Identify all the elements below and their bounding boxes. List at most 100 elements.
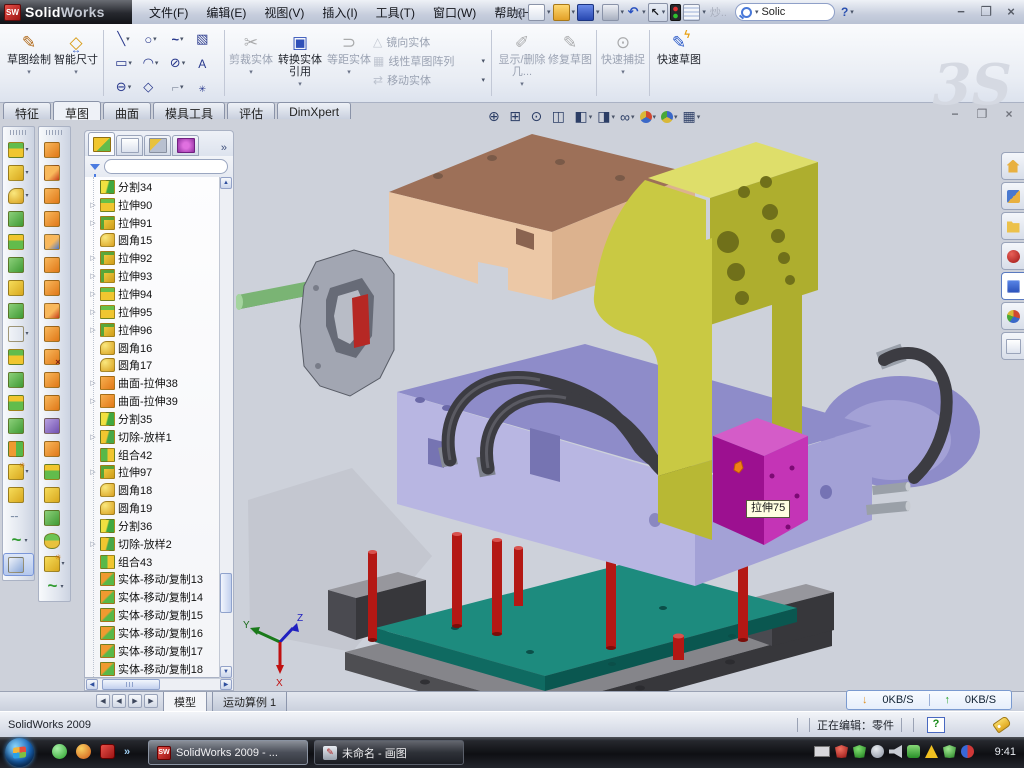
tree-item[interactable]: 实体-移动/复制16 [85,624,233,642]
sketch-entity-dropdown[interactable] [180,35,184,43]
mirror-entities-button[interactable]: 镜向实体 [373,34,485,50]
tree-item[interactable]: 分割35 [85,410,233,428]
horizontal-scroll-thumb[interactable] [102,679,160,690]
security-center-tray-icon[interactable] [943,745,956,758]
heads-up-dropdown[interactable] [697,113,701,121]
doc-close-icon[interactable] [1002,107,1016,121]
offset-entities-button[interactable]: 等距实体 [327,26,371,100]
app-quicklaunch-icon[interactable] [76,744,91,759]
options-dropdown[interactable] [702,8,706,16]
new-file-icon[interactable] [528,4,545,21]
tree-item[interactable]: 拉伸96 [85,321,233,339]
planar-surface-icon[interactable] [40,277,69,298]
smart-dimension-dropdown[interactable] [74,67,78,79]
lofted-boss-icon[interactable] [4,231,33,252]
volume-tray-icon[interactable] [889,745,902,758]
view-settings-icon[interactable] [683,108,701,125]
sw-resources-tab[interactable] [1001,152,1024,180]
menu-item[interactable]: 文件(F) [140,1,197,24]
scroll-right-icon[interactable]: ▶ [220,679,232,690]
untrim-surface-icon[interactable] [40,438,69,459]
toolbox-tab[interactable] [1001,242,1024,270]
apply-scene-icon[interactable] [661,111,678,123]
rib-icon[interactable] [4,369,33,390]
offset-surface-icon[interactable] [40,300,69,321]
save-dropdown[interactable] [596,8,600,16]
filled-surface-icon[interactable] [40,254,69,275]
move-entities-button[interactable]: 移动实体 [373,72,485,88]
expander-icon[interactable] [89,272,97,280]
dimxpertmanager-tab[interactable] [172,135,199,156]
view-palette-tab[interactable] [1001,272,1024,300]
combine-icon[interactable] [4,415,33,436]
linear-pattern-button[interactable]: 线性草图阵列 [373,53,485,69]
heads-up-dropdown[interactable] [653,113,657,121]
firewall-tray-icon[interactable] [853,745,866,758]
close-icon[interactable] [1004,4,1018,20]
quick-snaps-dropdown[interactable] [621,67,625,79]
tag-icon[interactable] [992,715,1011,733]
doc-minimize-icon[interactable] [948,107,962,121]
last-tab-icon[interactable]: ▶ [144,694,158,708]
sketch-entity-dropdown[interactable] [128,83,132,91]
update-tray-icon[interactable] [871,745,884,758]
select-dropdown[interactable] [662,8,666,16]
heads-up-dropdown[interactable] [611,113,615,121]
point-tool-icon[interactable] [191,80,218,95]
save-icon[interactable] [577,4,594,21]
scroll-down-icon[interactable]: ▼ [220,666,232,678]
tool-dropdown[interactable] [25,169,28,176]
scroll-left-icon[interactable]: ◀ [86,679,98,690]
propertymanager-tab[interactable] [116,135,143,156]
wireless-warning-tray-icon[interactable] [925,745,938,758]
tree-item[interactable]: 圆角19 [85,499,233,517]
arc-tool-icon[interactable] [137,55,164,71]
toolbar-grip[interactable] [46,130,64,135]
expander-icon[interactable] [89,326,97,334]
expander-icon[interactable] [89,468,97,476]
ribbon-tab[interactable]: 曲面 [103,102,151,119]
first-tab-icon[interactable]: ◀ [96,694,110,708]
toolbar-grip[interactable] [10,130,28,135]
zoom-area-icon[interactable] [509,108,525,125]
select-tool-button[interactable] [648,3,669,22]
expander-icon[interactable] [89,540,97,548]
sketch-entity-dropdown[interactable] [180,83,184,91]
sketch-entity-dropdown[interactable] [155,59,159,67]
fillet-surface-icon[interactable] [40,553,69,574]
menu-item[interactable]: 窗口(W) [424,1,485,24]
linear-pattern-dropdown[interactable] [481,57,485,65]
heads-up-dropdown[interactable] [589,113,593,121]
tree-item[interactable]: 分割36 [85,517,233,535]
minimize-icon[interactable] [954,4,968,20]
next-tab-icon[interactable]: ▶ [128,694,142,708]
sketch-draw-button[interactable]: 草图绘制 [5,26,53,100]
swept-boss-icon[interactable] [4,208,33,229]
zoom-fit-icon[interactable] [488,108,504,125]
knit-surface-icon[interactable] [40,461,69,482]
overflow-tool-label[interactable]: 炒.. [708,4,729,20]
intersect-icon[interactable] [4,392,33,413]
tree-item[interactable]: 曲面-拉伸38 [85,374,233,392]
draft-icon[interactable] [4,300,33,321]
new-file-dropdown[interactable] [547,8,551,16]
appearances-tab[interactable] [1001,302,1024,330]
expander-icon[interactable] [89,290,97,298]
open-dropdown[interactable] [572,8,576,16]
reference-axis-icon[interactable] [4,507,33,528]
panel-chevron-icon[interactable]: » [218,142,230,156]
swept-surface-icon[interactable] [40,185,69,206]
rapid-sketch-button[interactable]: 快速草图 [654,26,704,100]
tree-item[interactable]: 分割34 [85,178,233,196]
sketch-entity-dropdown[interactable] [126,35,130,43]
expander-icon[interactable] [89,397,97,405]
linear-pattern-icon[interactable] [4,323,33,344]
text-tool-icon[interactable] [191,56,218,71]
ribbon-tab[interactable]: 评估 [227,102,275,119]
search-input[interactable]: Solic [761,6,785,18]
slot-tool-icon[interactable] [110,79,137,95]
taskbar-button-solidworks[interactable]: SW SolidWorks 2009 - ... [148,740,308,765]
move-copy-bodies-icon[interactable] [4,438,33,459]
tree-item[interactable]: 实体-移动/复制13 [85,571,233,589]
quick-launch-overflow-icon[interactable]: » [124,746,130,758]
